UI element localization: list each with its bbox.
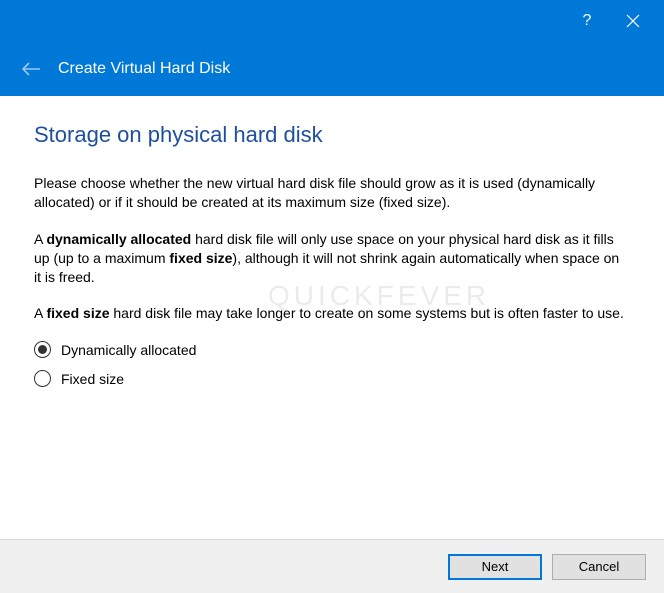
radio-icon [34, 370, 51, 387]
back-button[interactable] [18, 56, 44, 82]
close-icon [626, 14, 640, 28]
content-area: Storage on physical hard disk Please cho… [0, 96, 664, 409]
wizard-footer: Next Cancel [0, 539, 664, 593]
close-button[interactable] [610, 0, 656, 42]
wizard-title: Create Virtual Hard Disk [58, 60, 230, 78]
next-button[interactable]: Next [448, 554, 542, 580]
storage-type-radio-group: Dynamically allocated Fixed size [34, 341, 630, 387]
fixed-paragraph: A fixed size hard disk file may take lon… [34, 304, 630, 323]
dynamic-paragraph: A dynamically allocated hard disk file w… [34, 230, 630, 287]
radio-label: Dynamically allocated [61, 342, 196, 358]
radio-fixed-size[interactable]: Fixed size [34, 370, 630, 387]
cancel-button[interactable]: Cancel [552, 554, 646, 580]
radio-dynamically-allocated[interactable]: Dynamically allocated [34, 341, 630, 358]
page-title: Storage on physical hard disk [34, 122, 630, 148]
wizard-header: Create Virtual Hard Disk [0, 42, 664, 96]
help-button[interactable]: ? [564, 0, 610, 42]
radio-icon [34, 341, 51, 358]
radio-label: Fixed size [61, 371, 124, 387]
back-arrow-icon [21, 62, 41, 76]
intro-paragraph: Please choose whether the new virtual ha… [34, 174, 630, 212]
titlebar: ? [0, 0, 664, 42]
